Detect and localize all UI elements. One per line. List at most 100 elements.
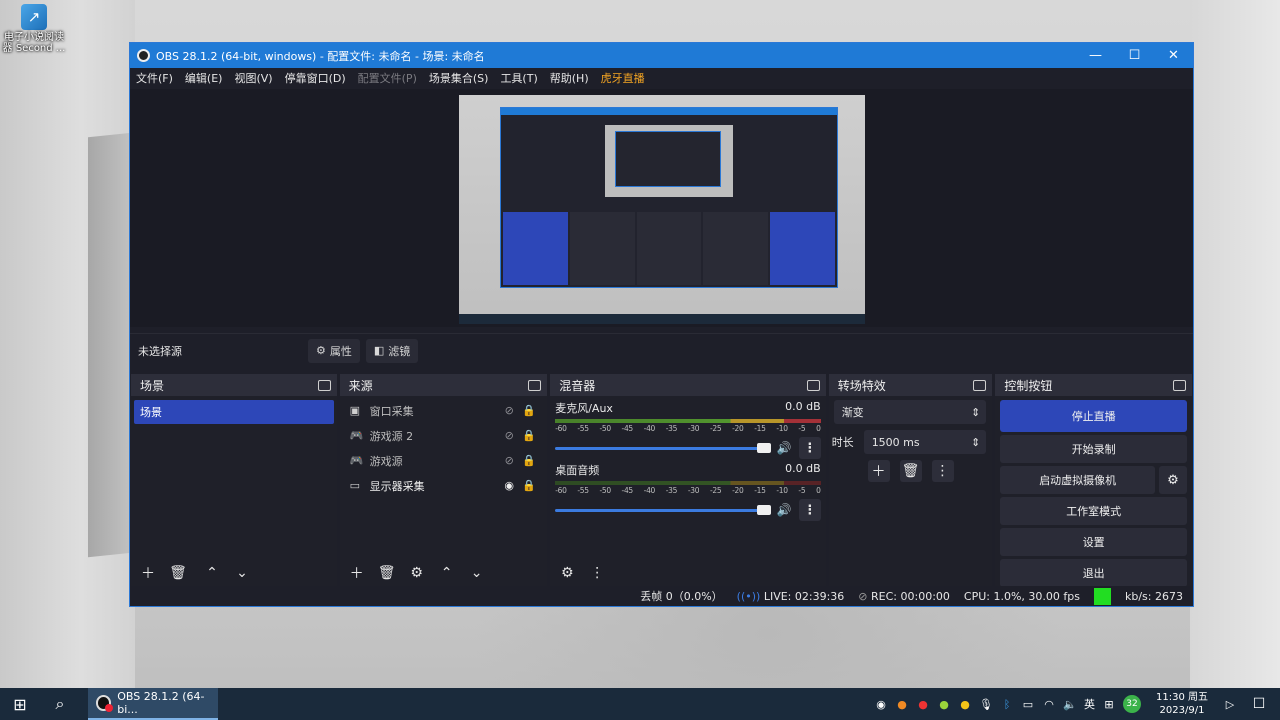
add-scene-button[interactable]: ＋ — [137, 562, 159, 584]
add-source-button[interactable]: ＋ — [346, 562, 368, 584]
add-transition-button[interactable]: ＋ — [867, 460, 890, 482]
maximize-button[interactable]: ☐ — [1115, 43, 1154, 68]
menu-item[interactable]: 文件(F) — [136, 70, 173, 86]
search-icon[interactable]: ⌕ — [40, 688, 80, 720]
undock-icon[interactable] — [973, 379, 987, 391]
volume-slider[interactable] — [555, 504, 771, 515]
dock-title-scenes: 场景 — [140, 378, 165, 393]
speaker-icon[interactable]: 🔊 — [777, 503, 793, 517]
menu-item[interactable]: 视图(V) — [234, 70, 272, 86]
system-tray: ◉ ● ● ● ● 🎙 ᛒ ▭ ◠ 🔈 英 ⊞ 32 11:30 周五 2023… — [874, 691, 1280, 717]
move-up-button[interactable]: ⌃ — [201, 562, 223, 584]
show-desktop-icon[interactable]: ▷ — [1223, 698, 1237, 711]
move-up-button[interactable]: ⌃ — [436, 562, 458, 584]
channel-menu-button[interactable]: ⋮ — [798, 499, 821, 521]
minimize-button[interactable]: — — [1076, 43, 1115, 68]
stop-stream-button[interactable]: 停止直播 — [1000, 400, 1187, 432]
bluetooth-icon[interactable]: ᛒ — [1000, 698, 1014, 711]
source-properties-button[interactable]: ⚙ — [406, 562, 428, 584]
notification-badge[interactable]: 32 — [1123, 695, 1141, 713]
menu-item[interactable]: 编辑(E) — [185, 70, 223, 86]
steam-icon[interactable]: ◉ — [874, 698, 888, 711]
source-item[interactable]: 🎮 游戏源 ⊘ 🔒 — [340, 448, 548, 473]
menu-item[interactable]: 虎牙直播 — [601, 70, 645, 86]
program-preview[interactable] — [459, 95, 865, 324]
source-item[interactable]: 🎮 游戏源 2 ⊘ 🔒 — [340, 423, 548, 448]
browser-icon[interactable]: ● — [895, 698, 909, 711]
remove-transition-button[interactable]: 🗑 — [899, 460, 922, 482]
meter-tick: -50 — [599, 424, 611, 433]
undock-icon[interactable] — [806, 379, 820, 391]
cpu-fps: CPU: 1.0%, 30.00 fps — [963, 589, 1080, 603]
obs-tray-icon[interactable]: ● — [916, 698, 930, 711]
ime-mode-icon[interactable]: ⊞ — [1102, 698, 1116, 711]
desktop-frame-shape — [88, 132, 132, 558]
channel-name: 麦克风/Aux — [555, 402, 613, 415]
eye-hidden-icon[interactable]: ⊘ — [499, 429, 519, 442]
source-item[interactable]: ▭ 显示器采集 ◉ 🔒 — [340, 473, 548, 498]
advanced-audio-button[interactable]: ⚙ — [556, 562, 578, 584]
filters-button[interactable]: ◧ 滤镜 — [365, 338, 419, 363]
menu-item[interactable]: 帮助(H) — [550, 70, 589, 86]
action-center-icon[interactable]: ☐ — [1244, 696, 1274, 712]
scene-item[interactable]: 场景 — [134, 400, 334, 424]
battery-icon[interactable]: ▭ — [1021, 698, 1035, 711]
properties-button[interactable]: ⚙ 属性 — [308, 338, 360, 363]
meter-tick: 0 — [816, 424, 821, 433]
volume-icon[interactable]: 🔈 — [1063, 698, 1077, 711]
app-tray-icon[interactable]: ● — [958, 698, 972, 711]
undock-icon[interactable] — [1173, 379, 1186, 391]
wechat-icon[interactable]: ● — [937, 698, 951, 711]
duration-input[interactable]: 1500 ms ⇕ — [863, 430, 987, 454]
lock-icon[interactable]: 🔒 — [519, 404, 539, 417]
settings-button[interactable]: 设置 — [1000, 528, 1187, 556]
menu-item[interactable]: 场景集合(S) — [429, 70, 489, 86]
transition-menu-button[interactable]: ⋮ — [931, 460, 954, 482]
move-down-button[interactable]: ⌄ — [231, 562, 253, 584]
channel-menu-button[interactable]: ⋮ — [798, 437, 821, 459]
virtual-camera-settings-icon[interactable]: ⚙ — [1159, 466, 1187, 494]
source-item[interactable]: ▣ 窗口采集 ⊘ 🔒 — [340, 398, 548, 423]
source-name: 显示器采集 — [369, 479, 425, 493]
menu-item[interactable]: 停靠窗口(D) — [285, 70, 346, 86]
lock-icon[interactable]: 🔒 — [519, 429, 539, 442]
lock-icon[interactable]: 🔒 — [519, 454, 539, 467]
desktop-icon-ebook-reader[interactable]: ↗ 电子小说阅读器 Second ... — [2, 4, 66, 54]
move-down-button[interactable]: ⌄ — [466, 562, 488, 584]
start-record-button[interactable]: 开始录制 — [1000, 435, 1187, 463]
lock-icon[interactable]: 🔒 — [519, 479, 539, 492]
slider-handle[interactable] — [756, 442, 771, 453]
obs-window: OBS 28.1.2 (64-bit, windows) - 配置文件: 未命名… — [129, 42, 1194, 607]
close-button[interactable]: ✕ — [1154, 43, 1193, 68]
mixer-channel: 麦克风/Aux 0.0 dB -60 -55 -50 -45 -40 -35 -30 -25 -20… — [550, 396, 825, 459]
start-virtual-camera-button[interactable]: 启动虚拟摄像机 — [1000, 466, 1155, 494]
ime-indicator[interactable]: 英 — [1084, 696, 1095, 712]
eye-hidden-icon[interactable]: ⊘ — [499, 454, 519, 467]
menu-item[interactable]: 工具(T) — [500, 70, 537, 86]
volume-slider[interactable] — [555, 442, 771, 453]
remove-scene-button[interactable]: 🗑 — [167, 562, 189, 584]
studio-mode-button[interactable]: 工作室模式 — [1000, 497, 1187, 525]
title-bar[interactable]: OBS 28.1.2 (64-bit, windows) - 配置文件: 未命名… — [130, 43, 1193, 68]
eye-icon[interactable]: ◉ — [499, 479, 519, 492]
mixer-menu-button[interactable]: ⋮ — [586, 562, 608, 584]
taskbar: ⊞ ⌕ OBS 28.1.2 (64-bi... ◉ ● ● ● ● 🎙 ᛒ ▭… — [0, 688, 1280, 720]
remove-source-button[interactable]: 🗑 — [376, 562, 398, 584]
sources-dock: 来源 ▣ 窗口采集 ⊘ 🔒 🎮 游戏源 2 ⊘ 🔒 🎮 游戏源 ⊘ 🔒 ▭ 显示器采集 ◉ 🔒 ＋ 🗑 ⚙ ⌃… — [339, 374, 548, 588]
slider-handle[interactable] — [756, 504, 771, 515]
transition-select[interactable]: 渐变 ⇕ — [833, 400, 987, 424]
windows-start-icon[interactable]: ⊞ — [0, 688, 40, 720]
wifi-icon[interactable]: ◠ — [1042, 698, 1056, 711]
taskbar-obs-app[interactable]: OBS 28.1.2 (64-bi... — [88, 688, 218, 720]
channel-name: 桌面音频 — [555, 464, 600, 477]
speaker-icon[interactable]: 🔊 — [777, 441, 793, 455]
obs-app-icon — [96, 695, 114, 712]
meter-tick: -15 — [754, 424, 766, 433]
stream-health-indicator — [1094, 587, 1111, 605]
microphone-icon[interactable]: 🎙 — [979, 698, 993, 711]
eye-hidden-icon[interactable]: ⊘ — [499, 404, 519, 417]
exit-button[interactable]: 退出 — [1000, 559, 1187, 587]
undock-icon[interactable] — [528, 379, 542, 391]
undock-icon[interactable] — [317, 379, 331, 391]
clock[interactable]: 11:30 周五 2023/9/1 — [1156, 691, 1208, 717]
